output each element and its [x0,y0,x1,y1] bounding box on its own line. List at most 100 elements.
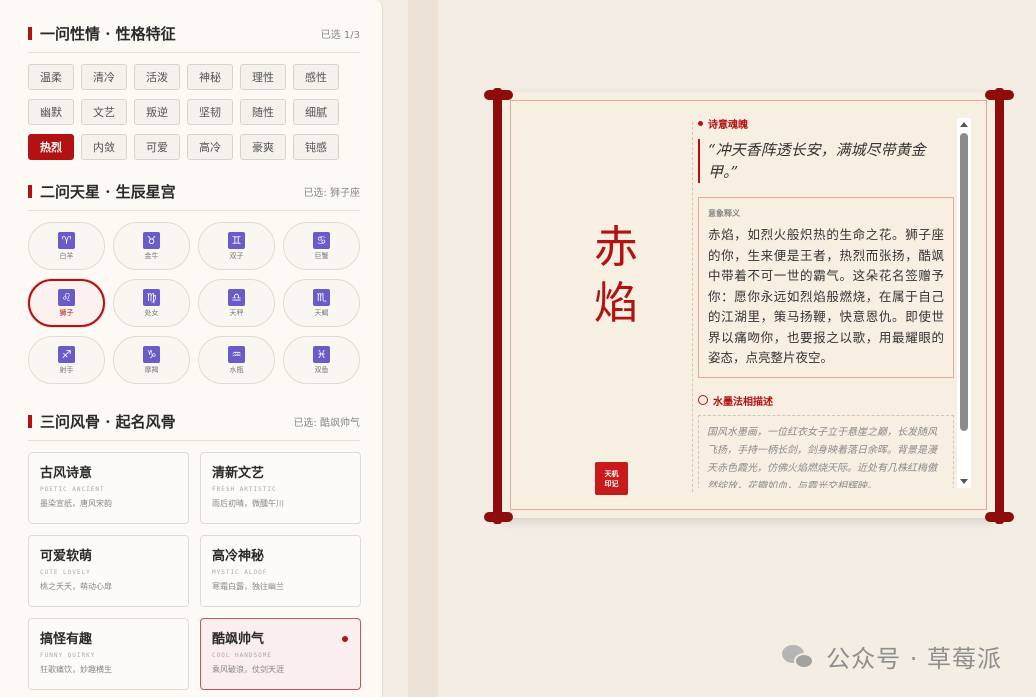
rod-cap [484,90,513,100]
ink-description: 国风水墨画，一位红衣女子立于悬崖之巅，长发随风飞扬，手持一柄长剑，剑身映着落日余… [698,414,954,488]
flower-name: 赤 焰 [586,220,646,332]
zodiac-option[interactable]: ♓ 双鱼 [283,336,360,384]
result-scroll: 赤 焰 天机 印记 诗意魂魄 “冲天香阵透长安，满城尽带黄金甲。” 意象释义 赤… [484,88,1014,524]
scroll-down-icon[interactable] [960,479,968,484]
style-option-card[interactable]: 可爱软萌 CUTE LOVELY 桃之夭夭，萌动心扉 [28,535,189,607]
trait-chip[interactable]: 感性 [293,64,339,90]
selection-panel: 一问性情 · 性格特征 已选 1/3 温柔 清冷 活泼 神秘 理性 感性幽默 文艺 叛逆 坚韧随… [0,0,383,697]
zodiac-option[interactable]: ♍ 处女 [113,279,190,327]
meaning-tag: 意象释义 [708,208,740,218]
section-temperament-count: 已选 1/3 [320,29,360,41]
rod-cap [985,90,1014,100]
poem-label-text: 诗意魂魄 [708,120,748,131]
gemini-icon: ♊ [228,231,245,249]
leo-icon: ♌ [58,288,75,306]
zodiac-option[interactable]: ♏ 天蝎 [283,279,360,327]
trait-chip[interactable]: 清冷 [81,64,127,90]
style-option-card[interactable]: 清新文艺 FRESH ARTISTIC 雨后初晴，微醺午川 [200,452,361,524]
zodiac-option[interactable]: ♉ 金牛 [113,222,190,270]
pisces-icon: ♓ [313,345,330,363]
zodiac-name: 狮子 [59,308,74,317]
zodiac-name: 巨蟹 [314,251,329,260]
watermark-text: 公众号 · 草莓派 [826,645,1002,673]
style-title: 古风诗意 [40,466,93,481]
style-card-grid: 古风诗意 POETIC ANCIENT 墨染宣纸，唐风宋韵 清新文艺 FRESH ART… [28,452,362,690]
zodiac-name: 天蝎 [314,308,329,317]
meaning-box: 意象释义 赤焰，如烈火般炽热的生命之花。狮子座的你，生来便是王者，热烈而张扬，酷… [698,197,954,378]
sagittarius-icon: ♐ [58,345,75,363]
scrollbar-thumb[interactable] [960,133,968,431]
style-description: 狂歌痛饮，妙趣横生 [40,665,112,674]
style-subtitle: FUNNY QUIRKY [40,652,96,659]
scroll-rod-right [995,88,1004,524]
flower-name-char-2: 焰 [594,278,638,329]
style-title: 可爱软萌 [40,549,93,564]
aries-icon: ♈ [58,231,75,249]
scroll-rod-left [493,88,502,524]
section-star-selected: 已选: 狮子座 [303,187,360,199]
style-option-card[interactable]: 搞怪有趣 FUNNY QUIRKY 狂歌痛饮，妙趣横生 [28,618,189,690]
style-description: 墨染宣纸，唐风宋韵 [40,499,112,508]
libra-icon: ♎ [228,288,245,306]
virgo-icon: ♍ [143,288,160,306]
bullet-icon [698,121,703,126]
poem-label: 诗意魂魄 [698,116,954,131]
zodiac-option[interactable]: ♒ 水瓶 [198,336,275,384]
zodiac-option[interactable]: ♎ 天秤 [198,279,275,327]
zodiac-option[interactable]: ♋ 巨蟹 [283,222,360,270]
zodiac-name: 双鱼 [314,365,329,374]
zodiac-option[interactable]: ♌ 狮子 [28,279,105,327]
ink-label-text: 水墨法相描述 [713,396,773,408]
poem-quote: “冲天香阵透长安，满城尽带黄金甲。” [698,139,954,183]
trait-chip[interactable]: 叛逆 [134,99,180,125]
trait-chip[interactable]: 钝感 [293,134,339,160]
style-option-card[interactable]: 高冷神秘 MYSTIC ALOOF 寒霜白露，独往幽兰 [200,535,361,607]
zodiac-option[interactable]: ♈ 白羊 [28,222,105,270]
zodiac-name: 处女 [144,308,159,317]
zodiac-name: 摩羯 [144,365,159,374]
zodiac-name: 天秤 [229,308,244,317]
trait-chip[interactable]: 内敛 [81,134,127,160]
ink-label: 水墨法相描述 [698,393,954,408]
style-subtitle: FRESH ARTISTIC [212,486,277,493]
scroll-detail-content[interactable]: 诗意魂魄 “冲天香阵透长安，满城尽带黄金甲。” 意象释义 赤焰，如烈火般炽热的生… [698,116,954,488]
trait-chip[interactable]: 坚韧 [187,99,233,125]
trait-chip[interactable]: 细腻 [293,99,339,125]
detail-scrollbar[interactable] [957,118,971,488]
wechat-icon [782,643,816,671]
trait-chip[interactable]: 理性 [240,64,286,90]
style-option-card[interactable]: 古风诗意 POETIC ANCIENT 墨染宣纸，唐风宋韵 [28,452,189,524]
style-subtitle: COOL HANDSOME [212,652,272,659]
zodiac-option[interactable]: ♊ 双子 [198,222,275,270]
style-subtitle: POETIC ANCIENT [40,486,105,493]
trait-chip[interactable]: 随性 [240,99,286,125]
zodiac-option[interactable]: ♐ 射手 [28,336,105,384]
user-circle-icon [698,395,708,405]
scroll-divider [692,122,693,492]
style-title: 高冷神秘 [212,549,265,564]
zodiac-option[interactable]: ♑ 摩羯 [113,336,190,384]
trait-chip[interactable]: 高冷 [187,134,233,160]
trait-chip[interactable]: 温柔 [28,64,74,90]
trait-chip[interactable]: 神秘 [187,64,233,90]
scorpio-icon: ♏ [313,288,330,306]
aquarius-icon: ♒ [228,345,245,363]
taurus-icon: ♉ [143,231,160,249]
section-star-title: 二问天星 · 生辰星宫 [28,181,176,202]
panel-gutter [408,0,438,697]
scroll-up-icon[interactable] [960,122,968,127]
zodiac-grid: ♈ 白羊 ♉ 金牛 ♊ 双子 ♋ 巨蟹 ♌ 狮子 ♍ 处女 ♎ 天秤 ♏ 天蝎 ♐ 射手 ♑ 摩羯 ♒ 水瓶 ♓ 双鱼 [28,222,362,384]
trait-chip[interactable]: 热烈 [28,134,74,160]
trait-chip[interactable]: 可爱 [134,134,180,160]
divider [28,440,360,441]
trait-chip[interactable]: 活泼 [134,64,180,90]
trait-chip[interactable]: 幽默 [28,99,74,125]
selected-dot-icon [342,636,348,642]
style-subtitle: CUTE LOVELY [40,569,91,576]
trait-chip[interactable]: 文艺 [81,99,127,125]
style-option-card[interactable]: 酷飒帅气 COOL HANDSOME 乘风破浪，仗剑天涯 [200,618,361,690]
section-temperament-title: 一问性情 · 性格特征 [28,23,176,44]
trait-chip[interactable]: 豪爽 [240,134,286,160]
style-title: 酷飒帅气 [212,632,265,647]
flower-name-char-1: 赤 [594,222,638,273]
